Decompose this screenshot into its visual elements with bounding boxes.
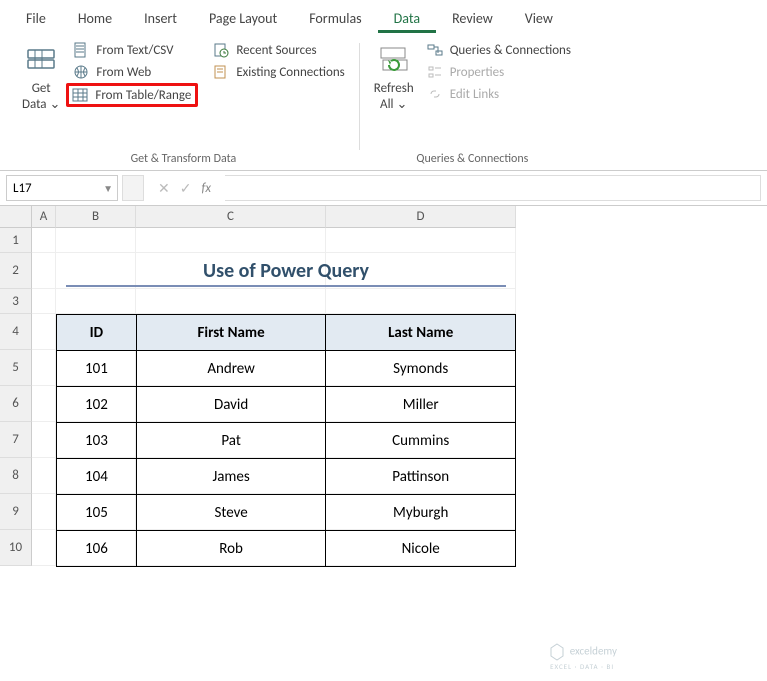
name-box[interactable]: L17 ▼ bbox=[6, 175, 118, 201]
table-cell[interactable]: 101 bbox=[57, 351, 137, 387]
table-header[interactable]: First Name bbox=[136, 315, 326, 351]
watermark: exceldemy EXCEL · DATA · BI bbox=[547, 642, 617, 671]
recent-sources-icon bbox=[212, 41, 230, 59]
table-cell[interactable]: James bbox=[136, 459, 326, 495]
tab-view[interactable]: View bbox=[509, 4, 569, 33]
name-box-dropdown-icon[interactable]: ▼ bbox=[103, 182, 113, 195]
row-header-8[interactable]: 8 bbox=[0, 458, 32, 494]
table-cell[interactable]: 102 bbox=[57, 387, 137, 423]
queries-connections-button[interactable]: Queries & Connections bbox=[420, 39, 577, 61]
text-csv-icon bbox=[72, 41, 90, 59]
refresh-all-label: Refresh All ⌄ bbox=[374, 81, 414, 112]
tab-home[interactable]: Home bbox=[62, 4, 128, 33]
row-header-10[interactable]: 10 bbox=[0, 530, 32, 566]
table-header[interactable]: ID bbox=[57, 315, 137, 351]
tab-page-layout[interactable]: Page Layout bbox=[193, 4, 293, 33]
row-header-1[interactable]: 1 bbox=[0, 228, 32, 253]
row-header-5[interactable]: 5 bbox=[0, 350, 32, 386]
tab-data[interactable]: Data bbox=[378, 4, 436, 33]
properties-button[interactable]: Properties bbox=[420, 61, 577, 83]
recent-sources-button[interactable]: Recent Sources bbox=[206, 39, 350, 61]
tab-insert[interactable]: Insert bbox=[128, 4, 193, 33]
ribbon: Get Data ⌄ From Text/CSV From Web From T… bbox=[0, 33, 767, 171]
table-cell[interactable]: Rob bbox=[136, 531, 326, 567]
web-icon bbox=[72, 63, 90, 81]
existing-connections-button[interactable]: Existing Connections bbox=[206, 61, 350, 83]
table-cell[interactable]: Miller bbox=[326, 387, 516, 423]
table-cell[interactable]: David bbox=[136, 387, 326, 423]
table-header[interactable]: Last Name bbox=[326, 315, 516, 351]
column-header-D[interactable]: D bbox=[326, 206, 516, 228]
row-header-6[interactable]: 6 bbox=[0, 386, 32, 422]
cancel-icon[interactable]: ✕ bbox=[158, 180, 170, 197]
table-cell[interactable]: Symonds bbox=[326, 351, 516, 387]
group-label-queries-connections: Queries & Connections bbox=[368, 152, 577, 168]
formula-input[interactable] bbox=[225, 175, 761, 201]
get-data-icon bbox=[23, 43, 59, 79]
from-text-csv-button[interactable]: From Text/CSV bbox=[66, 39, 198, 61]
table-cell[interactable]: Nicole bbox=[326, 531, 516, 567]
tab-review[interactable]: Review bbox=[436, 4, 509, 33]
row-header-7[interactable]: 7 bbox=[0, 422, 32, 458]
existing-connections-icon bbox=[212, 63, 230, 81]
enter-icon[interactable]: ✓ bbox=[180, 180, 192, 197]
formula-bar: L17 ▼ ✕ ✓ fx bbox=[0, 171, 767, 206]
formula-bar-actions: ✕ ✓ fx bbox=[148, 180, 221, 197]
table-cell[interactable]: 105 bbox=[57, 495, 137, 531]
table-cell[interactable]: Myburgh bbox=[326, 495, 516, 531]
table-cell[interactable]: Andrew bbox=[136, 351, 326, 387]
table-cell[interactable]: Pat bbox=[136, 423, 326, 459]
row-header-9[interactable]: 9 bbox=[0, 494, 32, 530]
data-table[interactable]: IDFirst NameLast Name 101AndrewSymonds 102… bbox=[56, 314, 516, 567]
edit-links-button[interactable]: Edit Links bbox=[420, 83, 577, 105]
from-table-range-button[interactable]: From Table/Range bbox=[66, 83, 198, 107]
group-queries-connections: Refresh All ⌄ Queries & Connections Prop… bbox=[360, 39, 585, 168]
tab-file[interactable]: File bbox=[10, 4, 62, 33]
column-header-C[interactable]: C bbox=[136, 206, 326, 228]
tab-formulas[interactable]: Formulas bbox=[293, 4, 377, 33]
table-cell[interactable]: 104 bbox=[57, 459, 137, 495]
fx-icon[interactable]: fx bbox=[201, 181, 211, 196]
get-data-button[interactable]: Get Data ⌄ bbox=[16, 39, 66, 116]
formula-bar-separator bbox=[122, 175, 144, 201]
column-header-B[interactable]: B bbox=[56, 206, 136, 228]
table-cell[interactable]: Cummins bbox=[326, 423, 516, 459]
select-all-corner[interactable] bbox=[0, 206, 32, 228]
edit-links-icon bbox=[426, 85, 444, 103]
cells-area[interactable]: Use of Power Query IDFirst NameLast Name 1… bbox=[32, 228, 516, 566]
refresh-all-icon bbox=[376, 43, 412, 79]
from-web-button[interactable]: From Web bbox=[66, 61, 198, 83]
ribbon-tabs: File Home Insert Page Layout Formulas Da… bbox=[0, 0, 767, 33]
row-header-4[interactable]: 4 bbox=[0, 314, 32, 350]
queries-connections-icon bbox=[426, 41, 444, 59]
table-cell[interactable]: Steve bbox=[136, 495, 326, 531]
table-cell[interactable]: 103 bbox=[57, 423, 137, 459]
spreadsheet-grid: ABCD 12345678910 Use of Power Query IDFir… bbox=[0, 206, 767, 566]
table-range-icon bbox=[71, 86, 89, 104]
sheet-title: Use of Power Query bbox=[56, 253, 516, 283]
group-get-transform: Get Data ⌄ From Text/CSV From Web From T… bbox=[8, 39, 359, 168]
refresh-all-button[interactable]: Refresh All ⌄ bbox=[368, 39, 420, 116]
column-headers: ABCD bbox=[32, 206, 516, 228]
group-label-get-transform: Get & Transform Data bbox=[16, 152, 351, 168]
get-data-label: Get Data ⌄ bbox=[22, 81, 60, 112]
column-header-A[interactable]: A bbox=[32, 206, 56, 228]
table-cell[interactable]: Pattinson bbox=[326, 459, 516, 495]
row-header-3[interactable]: 3 bbox=[0, 289, 32, 314]
row-header-2[interactable]: 2 bbox=[0, 253, 32, 289]
properties-icon bbox=[426, 63, 444, 81]
row-headers: 12345678910 bbox=[0, 228, 32, 566]
table-cell[interactable]: 106 bbox=[57, 531, 137, 567]
